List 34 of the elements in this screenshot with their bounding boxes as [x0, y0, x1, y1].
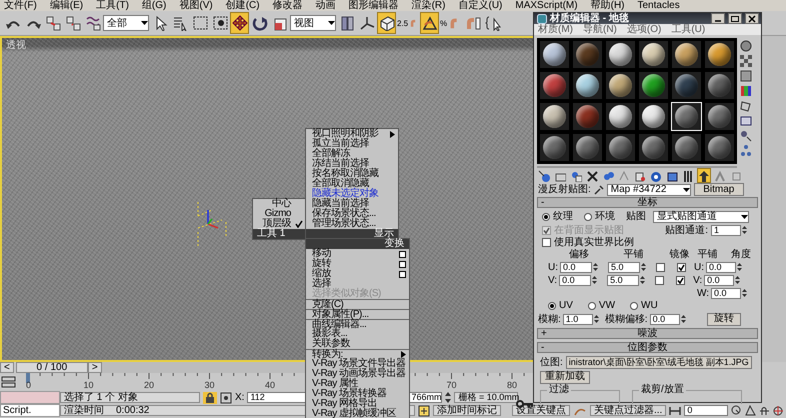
blur-label: 模糊:	[538, 314, 561, 324]
menu-header: 显示	[306, 229, 398, 239]
blur-offset-label: 模糊偏移:	[604, 314, 648, 324]
bitmap-label: 位图:	[540, 356, 563, 368]
axis-label: U:	[548, 262, 558, 272]
grid-size: 栅格 = 10.0mm	[454, 392, 518, 403]
menu-header: 变换	[306, 239, 409, 249]
ruler-label: 0	[26, 380, 32, 390]
selection-status: 选择了 1 个 对象	[60, 392, 200, 403]
column-header: 平铺	[696, 249, 718, 260]
column-header: 平铺	[622, 249, 645, 260]
menu-header: 工具 1	[253, 229, 306, 239]
map-channel-label: 贴图通道:	[665, 224, 708, 236]
ruler-label: 70	[446, 380, 457, 390]
ruler-label: 80	[507, 380, 518, 390]
map-label: 贴图	[626, 211, 646, 222]
axis-label: W:	[696, 288, 709, 298]
window-title: 材质编辑器 - 地毯	[550, 13, 629, 24]
column-header: 角度	[730, 249, 752, 260]
x-label: X:	[235, 392, 244, 403]
map-slot-label: 漫反射贴图:	[538, 184, 591, 195]
axis-label: U:	[694, 262, 704, 272]
group-label: 过滤	[547, 385, 571, 395]
render-time-label: 渲染时间	[64, 406, 104, 415]
column-header: 偏移	[568, 249, 590, 260]
group-label: 裁剪/放置	[639, 385, 686, 395]
ruler-label: 10	[84, 380, 94, 390]
axis-label: V:	[693, 274, 702, 286]
ruler-label: 20	[144, 380, 154, 390]
ruler-label: 40	[265, 380, 276, 390]
column-header: 镜像	[668, 249, 690, 260]
render-time-value: 0:00:32	[116, 406, 150, 415]
ruler-label: 30	[204, 380, 215, 390]
axis-label: V:	[548, 274, 558, 286]
